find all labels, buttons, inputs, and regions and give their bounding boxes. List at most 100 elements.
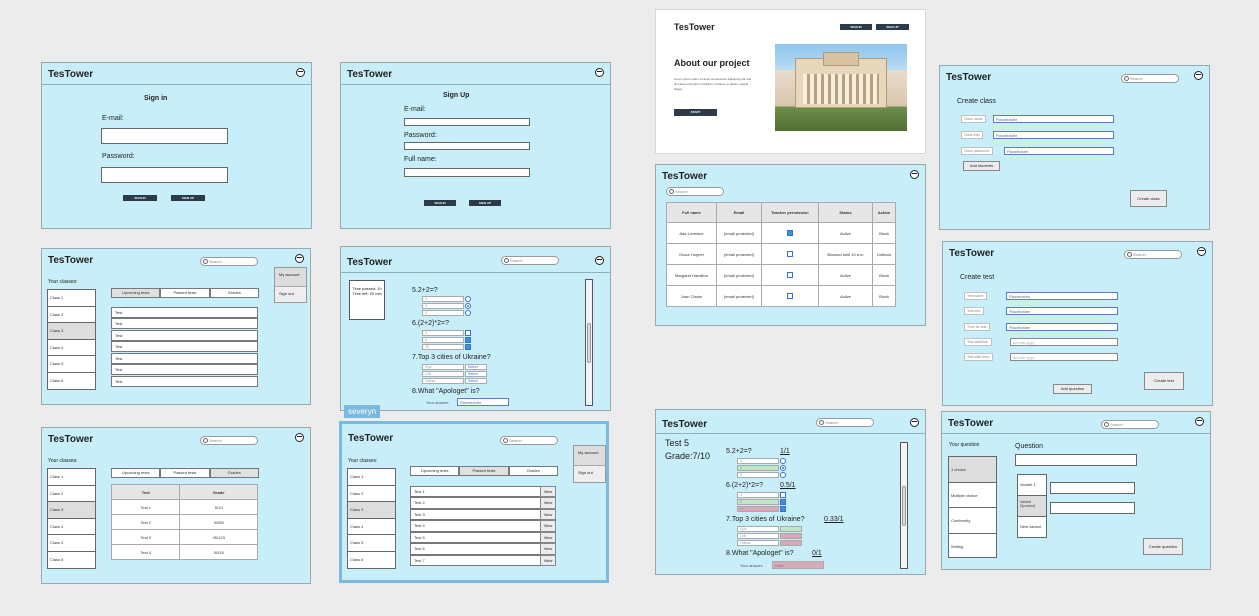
list-item[interactable]: Class 6	[48, 373, 95, 390]
block-action[interactable]: Block	[872, 264, 896, 286]
table-row[interactable]: Test	[111, 330, 258, 341]
create-question-button[interactable]: Create question	[1143, 538, 1183, 555]
view-button[interactable]: View	[540, 509, 556, 520]
variant-field[interactable]	[1050, 482, 1135, 494]
list-item[interactable]: Class 5	[348, 535, 395, 552]
list-item[interactable]: Class 1	[348, 469, 395, 486]
add-question-button[interactable]: Add question	[1053, 384, 1092, 394]
list-item[interactable]: Class 3	[48, 502, 95, 519]
radio-button[interactable]	[465, 296, 471, 302]
search-input[interactable]: Search	[200, 257, 258, 266]
signup-button[interactable]: SIGN UP	[469, 200, 501, 206]
add-students-button[interactable]: Add students	[963, 161, 1000, 171]
deadline-date-field[interactable]: dd.mm.yyyy	[1010, 338, 1118, 346]
list-item[interactable]: Class 2	[348, 486, 395, 503]
start-button[interactable]: START	[674, 109, 717, 116]
table-row[interactable]: Test	[111, 364, 258, 375]
list-item[interactable]: Class 4	[48, 519, 95, 536]
time-for-test-field[interactable]: Placeholder	[1006, 323, 1118, 331]
variant-field[interactable]	[1050, 502, 1135, 514]
start-date-field[interactable]: dd.mm.yyyy	[1010, 353, 1118, 361]
view-button[interactable]: View	[540, 532, 556, 543]
search-input[interactable]: Search	[1124, 250, 1182, 259]
tab-passed[interactable]: Passed tests	[160, 288, 210, 298]
avatar-icon[interactable]	[296, 68, 305, 77]
class-password-field[interactable]: Placeholder	[1004, 147, 1114, 155]
list-item[interactable]: Class 2	[48, 486, 95, 503]
password-field[interactable]	[101, 167, 228, 183]
checkbox[interactable]	[465, 337, 471, 343]
table-row[interactable]: Test	[111, 353, 258, 364]
list-item[interactable]: Class 6	[348, 552, 395, 569]
search-input[interactable]: Search	[500, 436, 558, 445]
signup-button[interactable]: SIGN UP	[171, 195, 205, 201]
avatar-icon[interactable]	[295, 433, 304, 442]
select-dropdown[interactable]: Select	[465, 364, 487, 370]
view-button[interactable]: View	[540, 520, 556, 532]
scrollbar[interactable]	[900, 442, 908, 569]
sign-out-item[interactable]: Sign out	[275, 287, 306, 300]
tab-upcoming[interactable]: Upcoming tests	[410, 466, 460, 476]
create-test-button[interactable]: Create test	[1144, 372, 1184, 390]
permission-checkbox[interactable]	[760, 285, 819, 307]
tab-upcoming[interactable]: Upcoming tests	[111, 468, 161, 478]
list-item[interactable]: Class 2	[48, 307, 95, 324]
view-button[interactable]: View	[540, 497, 556, 509]
question-field[interactable]	[1015, 454, 1137, 466]
signin-button[interactable]: SIGN IN	[840, 24, 872, 30]
type-writing[interactable]: Writing	[949, 534, 996, 559]
type-multiple-choice[interactable]: Multiple choice	[949, 483, 996, 508]
checkbox[interactable]	[465, 344, 471, 350]
avatar-icon[interactable]	[1194, 71, 1203, 80]
email-field[interactable]	[404, 118, 530, 126]
checkbox[interactable]	[465, 330, 471, 336]
tab-passed[interactable]: Passed tests	[459, 466, 509, 476]
new-variant-button[interactable]: New variant	[1018, 517, 1046, 537]
list-item[interactable]: Class 3	[348, 502, 395, 519]
scroll-thumb[interactable]	[902, 486, 906, 526]
avatar-icon[interactable]	[1197, 247, 1206, 256]
tab-upcoming[interactable]: Upcoming tests	[111, 288, 161, 298]
table-row[interactable]: Test	[111, 307, 258, 318]
permission-checkbox[interactable]	[760, 264, 819, 286]
list-item[interactable]: Class 3	[48, 323, 95, 340]
sign-out-item[interactable]: Sign out	[574, 466, 605, 479]
tab-passed[interactable]: Passed tests	[160, 468, 210, 478]
avatar-icon[interactable]	[910, 418, 919, 427]
signup-button[interactable]: SIGN UP	[876, 24, 909, 30]
permission-checkbox[interactable]	[760, 222, 819, 244]
avatar-icon[interactable]	[295, 254, 304, 263]
block-action[interactable]: Block	[872, 285, 896, 307]
tab-grades[interactable]: Grades	[209, 288, 259, 298]
radio-button[interactable]	[465, 310, 471, 316]
test-name-field[interactable]: Placeholder	[1006, 292, 1118, 300]
list-item[interactable]: Class 1	[48, 290, 95, 307]
my-account-item[interactable]: My account	[574, 446, 605, 466]
unblock-action[interactable]: Unblock	[872, 243, 896, 265]
create-class-button[interactable]: Create class	[1130, 190, 1167, 207]
search-input[interactable]: Search	[816, 418, 874, 427]
variant-item[interactable]: Variant 2(correct)	[1018, 496, 1046, 517]
block-action[interactable]: Block	[872, 222, 896, 244]
list-item[interactable]: Class 5	[48, 535, 95, 552]
avatar-icon[interactable]	[595, 256, 604, 265]
view-button[interactable]: View	[540, 486, 556, 497]
list-item[interactable]: Class 4	[48, 340, 95, 357]
table-row[interactable]: Test	[111, 376, 258, 387]
variant-item[interactable]: Variant 1	[1018, 475, 1046, 496]
table-row[interactable]: Test	[111, 318, 258, 329]
type-conformity[interactable]: Conformity	[949, 508, 996, 534]
search-input[interactable]: Search	[200, 436, 258, 445]
signin-button[interactable]: SIGN IN	[123, 195, 157, 201]
search-input[interactable]: Search	[501, 256, 559, 265]
test-info-field[interactable]: Placeholder	[1006, 307, 1118, 315]
search-input[interactable]: Search	[1101, 420, 1159, 429]
class-info-field[interactable]: Placeholder	[993, 131, 1114, 139]
tab-grades[interactable]: Grades	[508, 466, 558, 476]
list-item[interactable]: Class 4	[348, 519, 395, 536]
signin-button[interactable]: SIGN IN	[424, 200, 456, 206]
select-dropdown[interactable]: Select	[465, 371, 487, 377]
password-field[interactable]	[404, 142, 530, 150]
avatar-icon[interactable]	[595, 68, 604, 77]
view-button[interactable]: View	[540, 555, 556, 566]
